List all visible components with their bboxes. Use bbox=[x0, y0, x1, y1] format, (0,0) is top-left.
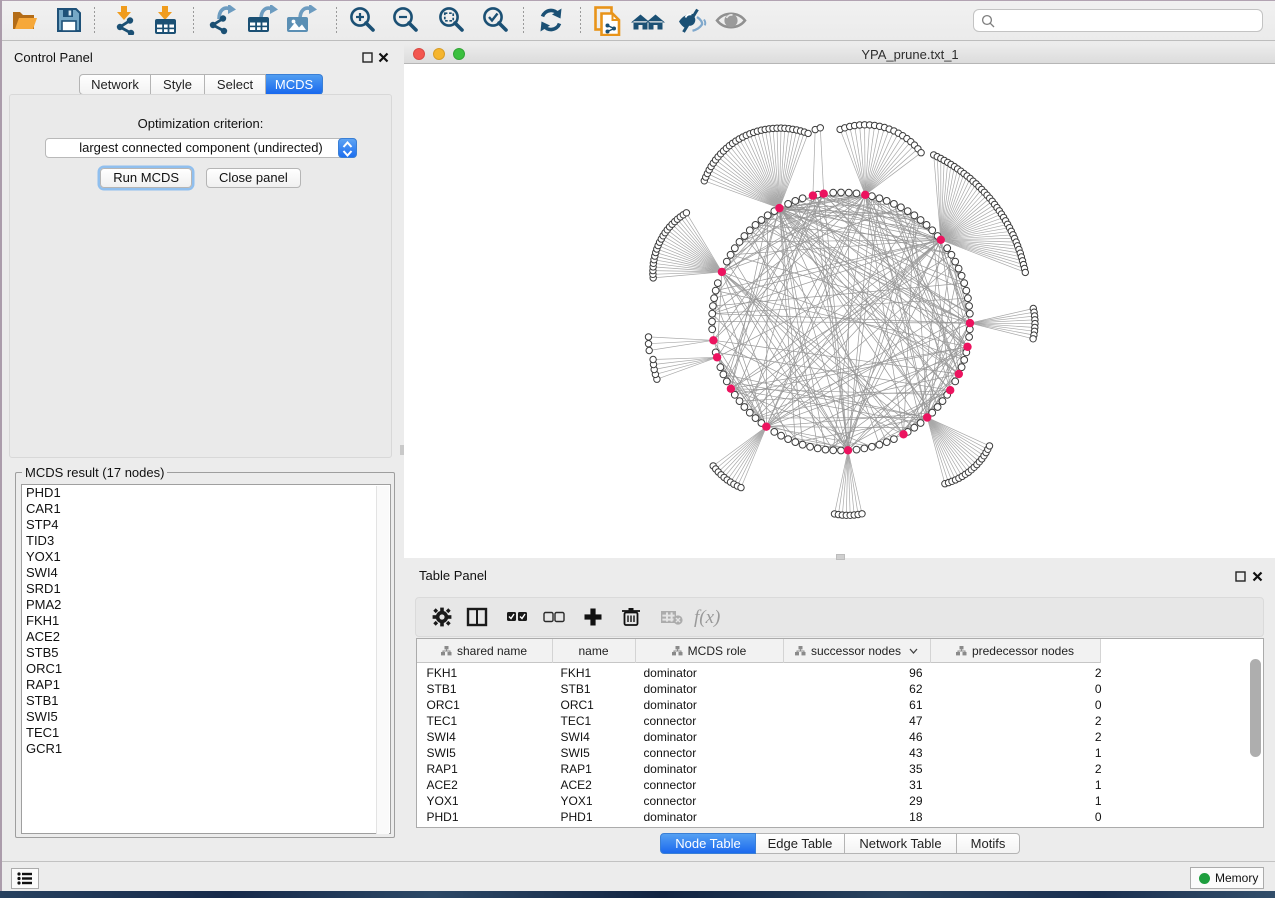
svg-text:f(x): f(x) bbox=[694, 607, 720, 628]
